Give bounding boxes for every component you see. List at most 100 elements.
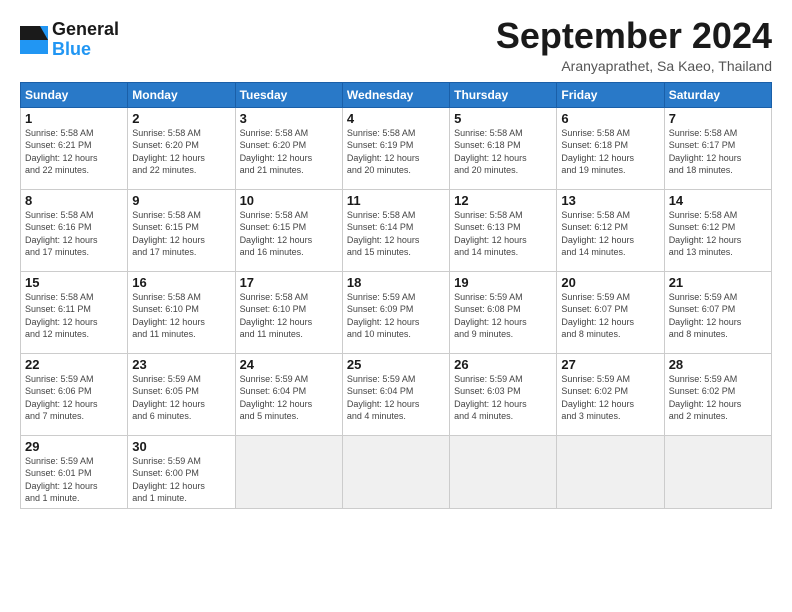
day-info: Sunrise: 5:59 AM Sunset: 6:00 PM Dayligh… xyxy=(132,455,230,505)
day-number: 3 xyxy=(240,111,338,126)
day-info: Sunrise: 5:59 AM Sunset: 6:09 PM Dayligh… xyxy=(347,291,445,341)
calendar-day: 20Sunrise: 5:59 AM Sunset: 6:07 PM Dayli… xyxy=(557,271,664,353)
calendar-day: 6Sunrise: 5:58 AM Sunset: 6:18 PM Daylig… xyxy=(557,107,664,189)
day-info: Sunrise: 5:58 AM Sunset: 6:11 PM Dayligh… xyxy=(25,291,123,341)
day-number: 2 xyxy=(132,111,230,126)
calendar-day: 7Sunrise: 5:58 AM Sunset: 6:17 PM Daylig… xyxy=(664,107,771,189)
calendar-week-1: 1Sunrise: 5:58 AM Sunset: 6:21 PM Daylig… xyxy=(21,107,772,189)
calendar-day: 5Sunrise: 5:58 AM Sunset: 6:18 PM Daylig… xyxy=(450,107,557,189)
day-info: Sunrise: 5:59 AM Sunset: 6:06 PM Dayligh… xyxy=(25,373,123,423)
day-number: 16 xyxy=(132,275,230,290)
calendar-day: 29Sunrise: 5:59 AM Sunset: 6:01 PM Dayli… xyxy=(21,435,128,508)
logo-icon xyxy=(20,26,48,54)
calendar-day xyxy=(664,435,771,508)
day-info: Sunrise: 5:59 AM Sunset: 6:02 PM Dayligh… xyxy=(669,373,767,423)
day-info: Sunrise: 5:58 AM Sunset: 6:10 PM Dayligh… xyxy=(240,291,338,341)
calendar-day: 19Sunrise: 5:59 AM Sunset: 6:08 PM Dayli… xyxy=(450,271,557,353)
day-info: Sunrise: 5:58 AM Sunset: 6:20 PM Dayligh… xyxy=(240,127,338,177)
calendar-day: 9Sunrise: 5:58 AM Sunset: 6:15 PM Daylig… xyxy=(128,189,235,271)
day-number: 28 xyxy=(669,357,767,372)
title-block: September 2024 Aranyaprathet, Sa Kaeo, T… xyxy=(496,16,772,74)
day-number: 4 xyxy=(347,111,445,126)
day-number: 21 xyxy=(669,275,767,290)
day-number: 22 xyxy=(25,357,123,372)
day-number: 10 xyxy=(240,193,338,208)
calendar-day: 15Sunrise: 5:58 AM Sunset: 6:11 PM Dayli… xyxy=(21,271,128,353)
day-number: 25 xyxy=(347,357,445,372)
day-number: 30 xyxy=(132,439,230,454)
logo-general: General xyxy=(52,20,119,40)
calendar-day: 18Sunrise: 5:59 AM Sunset: 6:09 PM Dayli… xyxy=(342,271,449,353)
day-info: Sunrise: 5:58 AM Sunset: 6:15 PM Dayligh… xyxy=(132,209,230,259)
day-info: Sunrise: 5:58 AM Sunset: 6:16 PM Dayligh… xyxy=(25,209,123,259)
day-number: 9 xyxy=(132,193,230,208)
calendar-day: 23Sunrise: 5:59 AM Sunset: 6:05 PM Dayli… xyxy=(128,353,235,435)
day-info: Sunrise: 5:59 AM Sunset: 6:07 PM Dayligh… xyxy=(669,291,767,341)
calendar-day: 24Sunrise: 5:59 AM Sunset: 6:04 PM Dayli… xyxy=(235,353,342,435)
calendar-day: 28Sunrise: 5:59 AM Sunset: 6:02 PM Dayli… xyxy=(664,353,771,435)
calendar-day: 11Sunrise: 5:58 AM Sunset: 6:14 PM Dayli… xyxy=(342,189,449,271)
day-info: Sunrise: 5:59 AM Sunset: 6:03 PM Dayligh… xyxy=(454,373,552,423)
day-number: 12 xyxy=(454,193,552,208)
calendar-day: 12Sunrise: 5:58 AM Sunset: 6:13 PM Dayli… xyxy=(450,189,557,271)
day-number: 15 xyxy=(25,275,123,290)
day-info: Sunrise: 5:58 AM Sunset: 6:15 PM Dayligh… xyxy=(240,209,338,259)
day-info: Sunrise: 5:58 AM Sunset: 6:13 PM Dayligh… xyxy=(454,209,552,259)
day-number: 29 xyxy=(25,439,123,454)
calendar-day: 4Sunrise: 5:58 AM Sunset: 6:19 PM Daylig… xyxy=(342,107,449,189)
day-info: Sunrise: 5:58 AM Sunset: 6:19 PM Dayligh… xyxy=(347,127,445,177)
day-number: 24 xyxy=(240,357,338,372)
day-info: Sunrise: 5:58 AM Sunset: 6:18 PM Dayligh… xyxy=(454,127,552,177)
day-number: 17 xyxy=(240,275,338,290)
day-info: Sunrise: 5:58 AM Sunset: 6:21 PM Dayligh… xyxy=(25,127,123,177)
calendar-day: 17Sunrise: 5:58 AM Sunset: 6:10 PM Dayli… xyxy=(235,271,342,353)
calendar-week-5: 29Sunrise: 5:59 AM Sunset: 6:01 PM Dayli… xyxy=(21,435,772,508)
col-monday: Monday xyxy=(128,82,235,107)
day-number: 18 xyxy=(347,275,445,290)
calendar-week-2: 8Sunrise: 5:58 AM Sunset: 6:16 PM Daylig… xyxy=(21,189,772,271)
col-friday: Friday xyxy=(557,82,664,107)
day-info: Sunrise: 5:58 AM Sunset: 6:12 PM Dayligh… xyxy=(561,209,659,259)
day-number: 26 xyxy=(454,357,552,372)
day-number: 27 xyxy=(561,357,659,372)
calendar-day xyxy=(450,435,557,508)
calendar-day: 10Sunrise: 5:58 AM Sunset: 6:15 PM Dayli… xyxy=(235,189,342,271)
calendar-day: 22Sunrise: 5:59 AM Sunset: 6:06 PM Dayli… xyxy=(21,353,128,435)
calendar-day xyxy=(342,435,449,508)
day-number: 20 xyxy=(561,275,659,290)
day-number: 13 xyxy=(561,193,659,208)
col-thursday: Thursday xyxy=(450,82,557,107)
day-info: Sunrise: 5:59 AM Sunset: 6:04 PM Dayligh… xyxy=(240,373,338,423)
calendar-day: 27Sunrise: 5:59 AM Sunset: 6:02 PM Dayli… xyxy=(557,353,664,435)
day-info: Sunrise: 5:59 AM Sunset: 6:07 PM Dayligh… xyxy=(561,291,659,341)
day-number: 7 xyxy=(669,111,767,126)
logo: General Blue xyxy=(20,20,119,60)
logo-blue: Blue xyxy=(52,40,119,60)
day-info: Sunrise: 5:59 AM Sunset: 6:05 PM Dayligh… xyxy=(132,373,230,423)
calendar-day: 13Sunrise: 5:58 AM Sunset: 6:12 PM Dayli… xyxy=(557,189,664,271)
col-tuesday: Tuesday xyxy=(235,82,342,107)
day-info: Sunrise: 5:59 AM Sunset: 6:04 PM Dayligh… xyxy=(347,373,445,423)
day-info: Sunrise: 5:58 AM Sunset: 6:10 PM Dayligh… xyxy=(132,291,230,341)
calendar-day: 8Sunrise: 5:58 AM Sunset: 6:16 PM Daylig… xyxy=(21,189,128,271)
calendar-day xyxy=(235,435,342,508)
calendar-day: 3Sunrise: 5:58 AM Sunset: 6:20 PM Daylig… xyxy=(235,107,342,189)
location: Aranyaprathet, Sa Kaeo, Thailand xyxy=(496,58,772,74)
day-info: Sunrise: 5:58 AM Sunset: 6:17 PM Dayligh… xyxy=(669,127,767,177)
month-title: September 2024 xyxy=(496,16,772,56)
col-wednesday: Wednesday xyxy=(342,82,449,107)
day-info: Sunrise: 5:59 AM Sunset: 6:02 PM Dayligh… xyxy=(561,373,659,423)
day-number: 8 xyxy=(25,193,123,208)
day-number: 23 xyxy=(132,357,230,372)
col-saturday: Saturday xyxy=(664,82,771,107)
calendar-week-4: 22Sunrise: 5:59 AM Sunset: 6:06 PM Dayli… xyxy=(21,353,772,435)
day-info: Sunrise: 5:58 AM Sunset: 6:18 PM Dayligh… xyxy=(561,127,659,177)
calendar-day: 16Sunrise: 5:58 AM Sunset: 6:10 PM Dayli… xyxy=(128,271,235,353)
calendar-day xyxy=(557,435,664,508)
day-info: Sunrise: 5:58 AM Sunset: 6:20 PM Dayligh… xyxy=(132,127,230,177)
calendar-day: 14Sunrise: 5:58 AM Sunset: 6:12 PM Dayli… xyxy=(664,189,771,271)
calendar-body: 1Sunrise: 5:58 AM Sunset: 6:21 PM Daylig… xyxy=(21,107,772,508)
col-sunday: Sunday xyxy=(21,82,128,107)
day-number: 5 xyxy=(454,111,552,126)
calendar-day: 26Sunrise: 5:59 AM Sunset: 6:03 PM Dayli… xyxy=(450,353,557,435)
